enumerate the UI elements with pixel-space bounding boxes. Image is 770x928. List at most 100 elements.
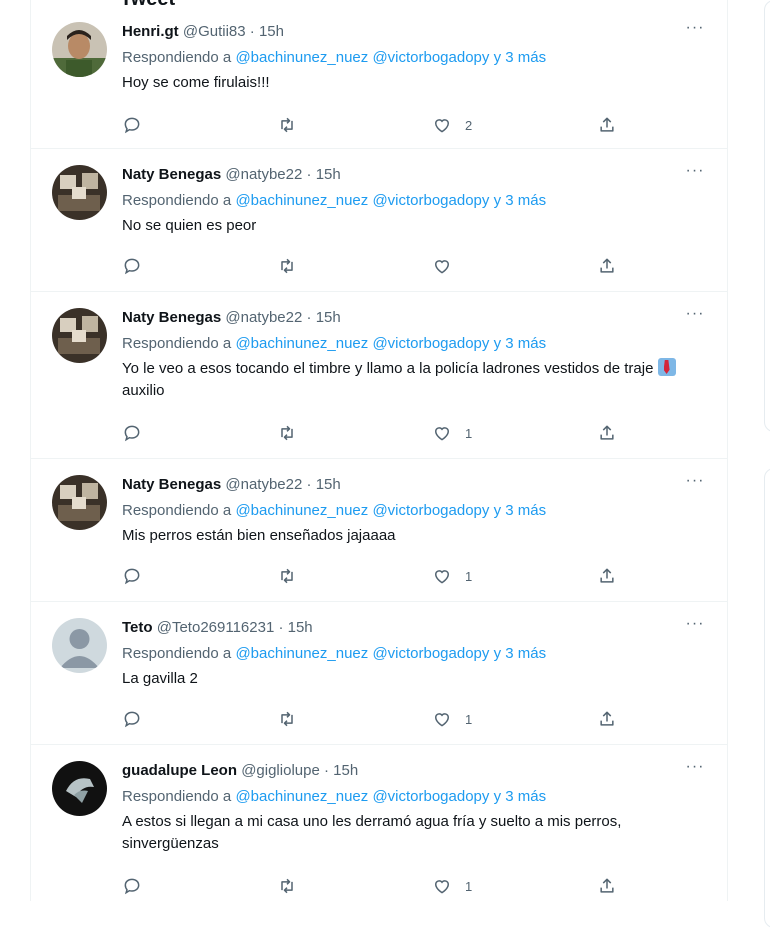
reply-button[interactable] [122,708,142,730]
separator-dot: · [249,23,255,40]
replying-to-label: Respondiendo a [122,192,232,209]
mention-link[interactable]: @victorbogadopy [372,502,489,519]
more-icon[interactable]: ··· [681,471,709,495]
avatar[interactable] [52,761,107,816]
avatar[interactable] [52,308,107,363]
author-name[interactable]: Naty Benegas [122,476,221,493]
like-button[interactable]: 1 [432,875,472,897]
retweet-button[interactable] [277,255,297,277]
mention-link[interactable]: @bachinunez_nuez [235,335,368,352]
tweet-actions: 1 [122,565,617,587]
retweet-button[interactable] [277,422,297,444]
mention-link[interactable]: @victorbogadopy [372,192,489,209]
more-icon[interactable]: ··· [681,304,709,328]
reply-button[interactable] [122,875,142,897]
author-handle[interactable]: @natybe22 [225,166,302,183]
mention-link[interactable]: @bachinunez_nuez [235,788,368,805]
tweet-text: La gavilla 2 [122,670,198,687]
author-name[interactable]: Henri.gt [122,23,179,40]
retweet-button[interactable] [277,875,297,897]
tweet-text: Hoy se come firulais!!! [122,74,270,91]
tweet-time[interactable]: 15h [333,762,358,779]
reply-button[interactable] [122,422,142,444]
replying-to: Respondiendo a @bachinunez_nuez @victorb… [122,644,709,664]
tweet-time[interactable]: 15h [316,166,341,183]
tweet-time[interactable]: 15h [288,619,313,636]
more-mentions-link[interactable]: y 3 más [494,788,547,805]
avatar[interactable] [52,618,107,673]
mention-link[interactable]: @bachinunez_nuez [235,645,368,662]
tweet-reply[interactable]: Henri.gt @Gutii83 · 15h ··· Respondiendo… [31,0,727,149]
tweet-time[interactable]: 15h [259,23,284,40]
mention-link[interactable]: @bachinunez_nuez [235,502,368,519]
share-button[interactable] [597,875,617,897]
share-icon [600,878,614,893]
retweet-icon [281,878,293,894]
share-icon [600,258,614,273]
reply-button[interactable] [122,114,142,136]
separator-dot: · [306,309,312,326]
avatar[interactable] [52,475,107,530]
author-name[interactable]: Naty Benegas [122,309,221,326]
replying-to: Respondiendo a @bachinunez_nuez @victorb… [122,191,709,211]
author-handle[interactable]: @natybe22 [225,476,302,493]
retweet-button[interactable] [277,565,297,587]
more-mentions-link[interactable]: y 3 más [494,192,547,209]
more-mentions-link[interactable]: y 3 más [494,49,547,66]
tweet-reply[interactable]: Naty Benegas @natybe22 · 15h ··· Respond… [31,149,727,292]
retweet-icon [281,711,293,727]
reply-icon [124,568,140,585]
share-button[interactable] [597,422,617,444]
author-handle[interactable]: @Gutii83 [183,23,246,40]
more-mentions-link[interactable]: y 3 más [494,645,547,662]
tweet-reply[interactable]: guadalupe Leon @gigliolupe · 15h ··· Res… [31,745,727,901]
like-button[interactable] [432,255,465,277]
tweet-reply[interactable]: Naty Benegas @natybe22 · 15h ··· Respond… [31,459,727,602]
author-name[interactable]: Naty Benegas [122,166,221,183]
like-icon [434,260,450,274]
replying-to-label: Respondiendo a [122,502,232,519]
mention-link[interactable]: @victorbogadopy [372,335,489,352]
share-button[interactable] [597,708,617,730]
more-mentions-link[interactable]: y 3 más [494,335,547,352]
avatar[interactable] [52,165,107,220]
mention-link[interactable]: @bachinunez_nuez [235,192,368,209]
more-icon[interactable]: ··· [681,18,709,42]
more-icon[interactable]: ··· [681,757,709,781]
share-button[interactable] [597,255,617,277]
more-icon[interactable]: ··· [681,161,709,185]
tweet-reply[interactable]: Naty Benegas @natybe22 · 15h ··· Respond… [31,292,727,459]
replying-to-label: Respondiendo a [122,335,232,352]
mention-link[interactable]: @victorbogadopy [372,788,489,805]
like-icon [434,713,450,727]
like-icon [434,570,450,584]
like-button[interactable]: 1 [432,565,472,587]
mention-link[interactable]: @victorbogadopy [372,49,489,66]
like-count: 1 [465,568,473,584]
separator-dot: · [323,762,329,779]
more-icon[interactable]: ··· [681,614,709,638]
mention-link[interactable]: @bachinunez_nuez [235,49,368,66]
like-button[interactable]: 1 [432,422,472,444]
like-count: 1 [465,425,473,441]
tweet-time[interactable]: 15h [316,476,341,493]
share-button[interactable] [597,114,617,136]
more-mentions-link[interactable]: y 3 más [494,502,547,519]
reply-button[interactable] [122,565,142,587]
author-name[interactable]: guadalupe Leon [122,762,237,779]
author-handle[interactable]: @gigliolupe [241,762,320,779]
tweet-actions [122,255,617,277]
avatar[interactable] [52,22,107,77]
retweet-button[interactable] [277,708,297,730]
like-button[interactable]: 2 [432,114,472,136]
mention-link[interactable]: @victorbogadopy [372,645,489,662]
tweet-time[interactable]: 15h [316,309,341,326]
author-name[interactable]: Teto [122,619,153,636]
tweet-reply[interactable]: Teto @Teto269116231 · 15h ··· Respondien… [31,602,727,745]
author-handle[interactable]: @Teto269116231 [157,619,275,636]
retweet-button[interactable] [277,114,297,136]
author-handle[interactable]: @natybe22 [225,309,302,326]
reply-button[interactable] [122,255,142,277]
share-button[interactable] [597,565,617,587]
like-button[interactable]: 1 [432,708,472,730]
